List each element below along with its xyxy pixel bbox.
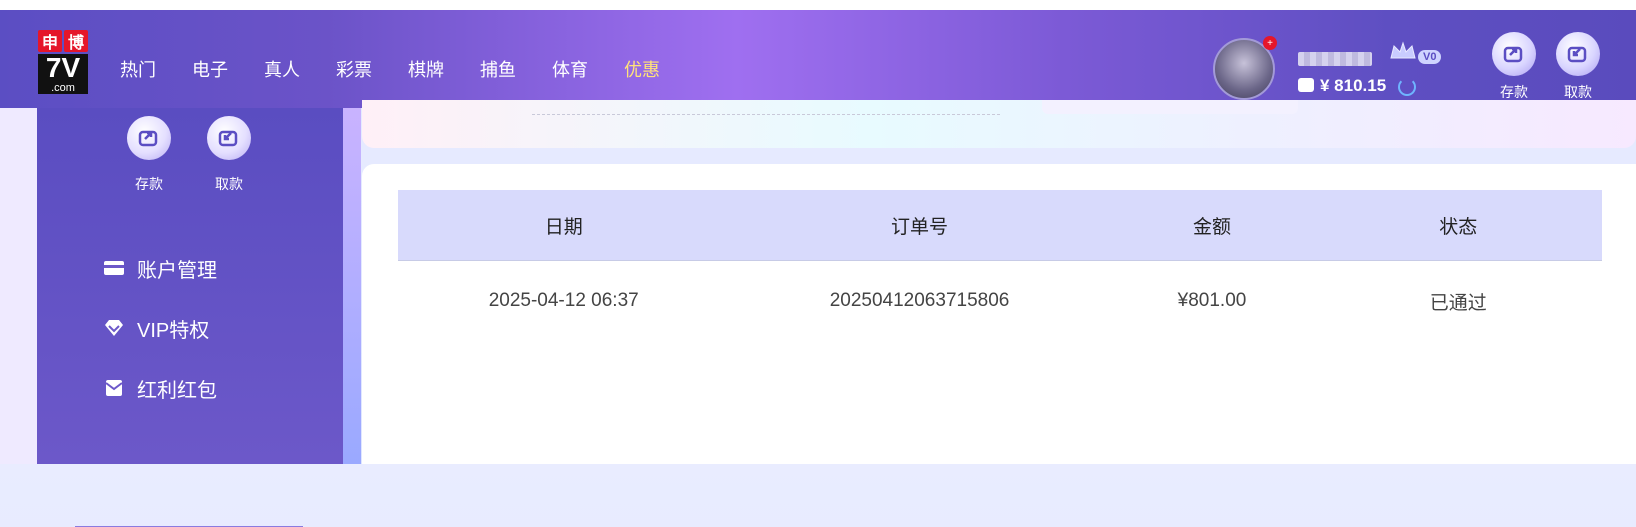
- sidebar-deposit-icon: [127, 116, 171, 160]
- sidebar-item-label: VIP特权: [137, 319, 210, 342]
- logo-char-left: 申: [38, 30, 62, 52]
- sidebar-item-vip[interactable]: VIP特权: [103, 298, 217, 358]
- header-order: 订单号: [729, 190, 1110, 261]
- sidebar-item-account[interactable]: 账户管理: [103, 238, 217, 298]
- nav-cards[interactable]: 棋牌: [408, 56, 444, 82]
- sidebar-deposit-label: 存款: [135, 176, 163, 192]
- logo-sub: .com: [38, 82, 88, 94]
- sidebar-withdraw-button[interactable]: 取款: [199, 116, 259, 194]
- sidebar-item-label: 红利红包: [137, 379, 217, 402]
- table-row[interactable]: 2025-04-12 06:37 20250412063715806 ¥801.…: [398, 260, 1602, 341]
- balance-amount: ¥ 810.15: [1320, 76, 1387, 95]
- sidebar-menu: 账户管理 VIP特权 红利红包: [103, 238, 217, 418]
- cell-date: 2025-04-12 06:37: [398, 260, 730, 341]
- card-icon: [103, 259, 125, 277]
- site-logo[interactable]: 申 博 7V .com: [38, 30, 88, 98]
- nav-electronic[interactable]: 电子: [192, 56, 228, 82]
- logo-main: 7V: [38, 54, 88, 82]
- sidebar: 存款 取款 账户管理 VIP特权 红利红包: [37, 108, 343, 527]
- orders-table: 日期 订单号 金额 状态 2025-04-12 06:37 2025041206…: [398, 190, 1602, 341]
- avatar[interactable]: +: [1213, 36, 1277, 100]
- left-background-strip: [0, 108, 37, 464]
- nav-hot[interactable]: 热门: [120, 56, 156, 82]
- nav-live[interactable]: 真人: [264, 56, 300, 82]
- red-envelope-icon: [103, 379, 125, 397]
- header-amount: 金额: [1109, 190, 1315, 261]
- panel-dashed-line: [532, 114, 1000, 115]
- header-status: 状态: [1314, 190, 1602, 261]
- nav-sports[interactable]: 体育: [552, 56, 588, 82]
- sidebar-withdraw-label: 取款: [215, 176, 243, 192]
- vip-level-badge: V0: [1418, 50, 1442, 64]
- top-withdraw-label: 取款: [1564, 84, 1592, 100]
- refresh-icon[interactable]: [1398, 78, 1416, 96]
- avatar-badge: +: [1263, 36, 1277, 50]
- cell-amount: ¥801.00: [1109, 260, 1315, 341]
- withdraw-icon: [1556, 32, 1600, 76]
- main-nav: 热门 电子 真人 彩票 棋牌 捕鱼 体育 优惠: [120, 56, 696, 82]
- logo-char-right: 博: [64, 30, 88, 52]
- wallet-icon: [1298, 78, 1314, 92]
- table-header-row: 日期 订单号 金额 状态: [398, 190, 1602, 261]
- deposit-icon: [1492, 32, 1536, 76]
- sidebar-item-label: 账户管理: [137, 259, 217, 282]
- header-date: 日期: [398, 190, 730, 261]
- nav-promotions[interactable]: 优惠: [624, 56, 660, 82]
- top-deposit-button[interactable]: 存款: [1490, 32, 1538, 102]
- sidebar-item-bonus[interactable]: 红利红包: [103, 358, 217, 418]
- top-navigation-bar: 申 博 7V .com 热门 电子 真人 彩票 棋牌 捕鱼 体育 优惠 + V0…: [0, 0, 1636, 108]
- sidebar-edge-strip: [343, 108, 361, 464]
- records-card: 日期 订单号 金额 状态 2025-04-12 06:37 2025041206…: [362, 164, 1636, 464]
- nav-lottery[interactable]: 彩票: [336, 56, 372, 82]
- vip-diamond-icon: [103, 319, 125, 337]
- top-withdraw-button[interactable]: 取款: [1554, 32, 1602, 102]
- top-deposit-label: 存款: [1500, 84, 1528, 100]
- cell-status: 已通过: [1314, 260, 1602, 341]
- sidebar-withdraw-icon: [207, 116, 251, 160]
- vip-crown-icon: [1390, 41, 1416, 59]
- top-filter-panel: [362, 100, 1636, 148]
- username-masked: [1298, 52, 1372, 66]
- panel-tabs[interactable]: [1042, 100, 1298, 114]
- cell-order: 20250412063715806: [729, 260, 1110, 341]
- nav-fishing[interactable]: 捕鱼: [480, 56, 516, 82]
- sidebar-deposit-button[interactable]: 存款: [119, 116, 179, 194]
